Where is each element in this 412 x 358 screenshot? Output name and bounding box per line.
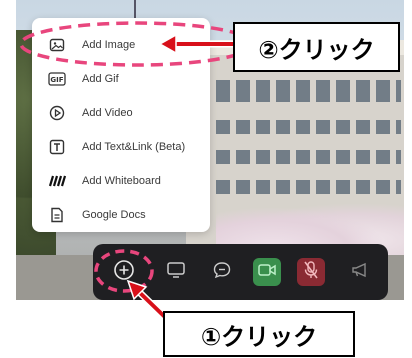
step-1-callout: ①クリック (163, 311, 355, 357)
arrow-to-add-image (158, 33, 233, 55)
arrow-to-add-button (126, 279, 171, 323)
step-2-callout: ②クリック (233, 22, 400, 72)
highlight-ellipse-add-button (94, 249, 154, 293)
